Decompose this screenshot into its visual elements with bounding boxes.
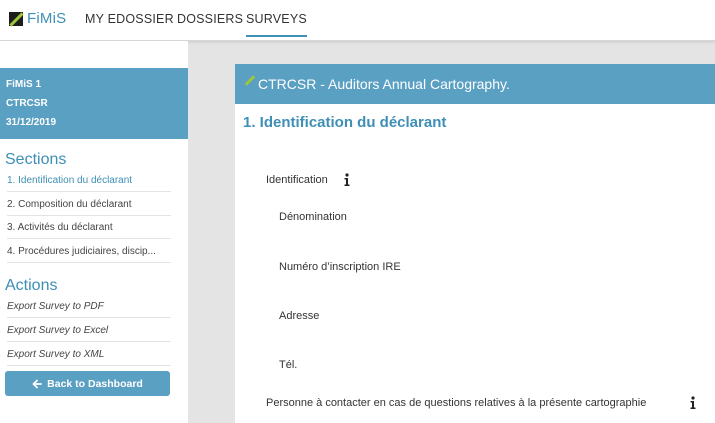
identification-label: Identification [266, 174, 328, 186]
contact-person-label: Personne à contacter en cas de questions… [266, 397, 647, 409]
field-phone: Tél. [279, 359, 298, 371]
pencil-icon [244, 75, 256, 86]
nav-dossiers[interactable]: DOSSIERS [177, 12, 243, 26]
info-entity: FiMiS 1 [6, 79, 42, 90]
info-date: 31/12/2019 [6, 117, 57, 128]
top-navbar: FiMiS MY EDOSSIER DOSSIERS SURVEYS [0, 0, 715, 41]
arrow-left-icon [32, 379, 43, 388]
section-item-3[interactable]: 3. Activités du déclarant [7, 222, 171, 239]
field-denomination: Dénomination [279, 211, 347, 223]
brand-logo[interactable]: FiMiS [9, 10, 66, 27]
info-survey-code: CTRCSR [6, 98, 48, 109]
back-button-label: Back to Dashboard [47, 377, 143, 390]
export-xml-link[interactable]: Export Survey to XML [7, 349, 171, 366]
brand-name: FiMiS [27, 10, 67, 27]
section-item-4[interactable]: 4. Procédures judiciaires, discip... [7, 246, 171, 263]
section-item-1[interactable]: 1. Identification du déclarant [7, 175, 171, 192]
sidebar: FiMiS 1 CTRCSR 31/12/2019 Sections 1. Id… [0, 41, 188, 423]
field-ire-number: Numéro d’inscription IRE [279, 261, 401, 273]
info-icon[interactable] [688, 396, 698, 410]
export-excel-link[interactable]: Export Survey to Excel [7, 325, 171, 342]
nav-surveys[interactable]: SURVEYS [246, 12, 307, 37]
section-title: 1. Identification du déclarant [243, 114, 447, 131]
survey-info-box: FiMiS 1 CTRCSR 31/12/2019 [0, 68, 188, 139]
section-item-2[interactable]: 2. Composition du déclarant [7, 199, 171, 216]
survey-title: CTRCSR - Auditors Annual Cartography. [258, 76, 510, 92]
nav-my-edossier[interactable]: MY EDOSSIER [85, 12, 174, 26]
field-address: Adresse [279, 310, 320, 322]
sections-heading: Sections [5, 151, 67, 168]
back-to-dashboard-button[interactable]: Back to Dashboard [5, 371, 170, 396]
export-pdf-link[interactable]: Export Survey to PDF [7, 301, 171, 318]
survey-panel: CTRCSR - Auditors Annual Cartography. 1.… [235, 64, 715, 423]
fimis-logo-icon [9, 11, 24, 27]
actions-heading: Actions [5, 277, 58, 294]
survey-header: CTRCSR - Auditors Annual Cartography. [235, 64, 715, 104]
info-icon[interactable] [342, 173, 352, 187]
